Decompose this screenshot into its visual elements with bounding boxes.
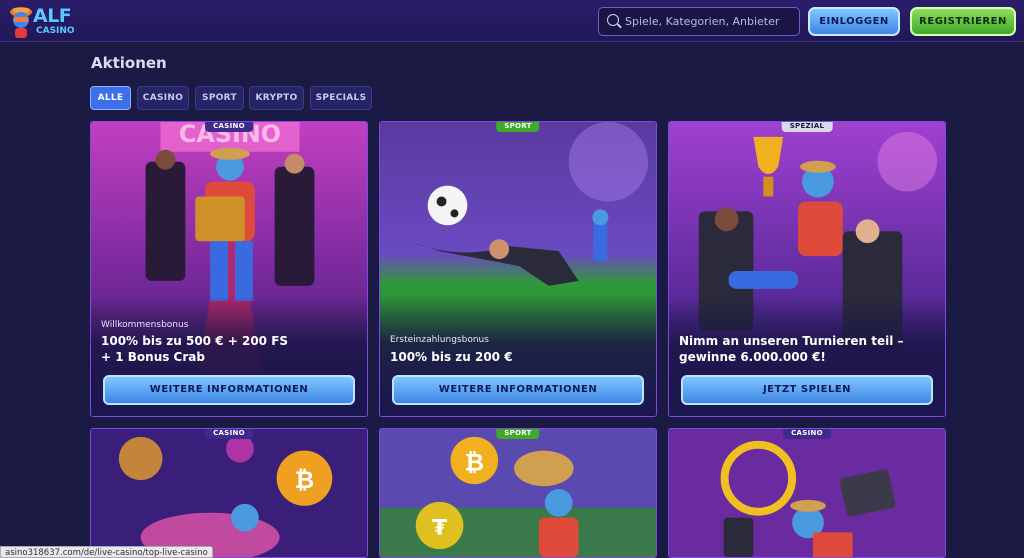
play-now-button[interactable]: JETZT SPIELEN [681,375,933,405]
filter-tab-casino[interactable]: CASINO [137,86,189,110]
category-tag: SPORT [496,429,540,439]
filter-tab-all[interactable]: ALLE [90,86,131,110]
category-tag: CASINO [783,429,831,439]
search-input[interactable] [625,8,795,34]
category-tag: SPEZIAL [781,122,833,132]
top-header: ALF CASINO EINLOGGEN REGISTRIEREN [0,0,1024,42]
crypto-casino-promo-image: ₿ [91,429,367,557]
promo-card-tournaments[interactable]: SPEZIAL Nimm an unseren Turnieren teil –… [668,121,946,417]
logo-subtext: CASINO [36,26,75,36]
card-headline-line1: 100% bis zu 500 € + 200 FS [101,334,289,348]
svg-text:₿: ₿ [465,448,484,476]
search-box[interactable] [598,7,800,36]
crypto-sport-promo-image: ₿ ₮ [380,429,656,557]
promo-card-crypto-sport[interactable]: ₿ ₮ SPORT [379,428,657,558]
search-icon [607,14,619,26]
promo-card-first-deposit[interactable]: SPORT Ersteinzahlungsbonus 100% bis zu 2… [379,121,657,417]
logo-text: ALF [33,5,72,27]
card-headline-line2: + 1 Bonus Crab [101,350,205,364]
alf-casino-logo[interactable]: ALF CASINO [6,3,75,39]
category-tag: SPORT [496,122,540,132]
more-info-button[interactable]: WEITERE INFORMATIONEN [103,375,355,405]
promo-card-crypto-casino[interactable]: ₿ CASINO [90,428,368,558]
category-tag: CASINO [205,122,253,132]
filter-tab-sport[interactable]: SPORT [195,86,244,110]
cashback-promo-image [669,429,945,557]
card-subtitle: Willkommensbonus [101,320,189,330]
register-button[interactable]: REGISTRIEREN [910,7,1016,36]
card-subtitle: Ersteinzahlungsbonus [390,335,489,345]
filter-tab-specials[interactable]: SPECIALS [310,86,372,110]
page-title: Aktionen [91,54,167,72]
link-status-bar: asino318637.com/de/live-casino/top-live-… [0,546,213,558]
svg-text:₿: ₿ [295,466,314,494]
category-tag: CASINO [205,429,253,439]
promo-card-cashback[interactable]: CASINO [668,428,946,558]
card-headline-line2: gewinne 6.000.000 €! [679,350,826,364]
card-headline-line1: 100% bis zu 200 € [390,350,513,364]
login-button[interactable]: EINLOGGEN [808,7,900,36]
promo-card-welcome-bonus[interactable]: CASINO CASINO Willkommensbonus 100% bis … [90,121,368,417]
filter-tab-krypto[interactable]: KRYPTO [249,86,304,110]
svg-text:₮: ₮ [432,515,447,540]
alf-mascot-icon [10,7,32,38]
card-headline-line1: Nimm an unseren Turnieren teil – [679,334,904,348]
more-info-button[interactable]: WEITERE INFORMATIONEN [392,375,644,405]
